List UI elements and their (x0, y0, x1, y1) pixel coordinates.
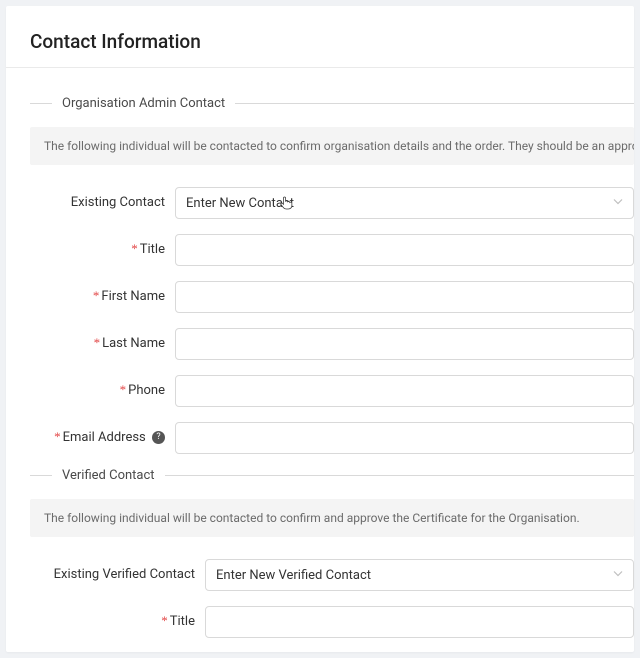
existing-contact-select[interactable]: Enter New Contact (175, 187, 634, 219)
existing-verified-contact-select[interactable]: Enter New Verified Contact (205, 559, 634, 591)
existing-contact-value: Enter New Contact (186, 196, 294, 211)
chevron-down-icon (613, 196, 623, 211)
label-title: *Title (30, 233, 175, 266)
section-legend-verified: Verified Contact (62, 468, 155, 483)
required-star: * (131, 241, 138, 256)
label-verified-title: *Title (30, 605, 205, 638)
last-name-input[interactable] (175, 328, 634, 360)
required-star: * (93, 288, 100, 303)
required-star: * (120, 382, 127, 397)
email-input[interactable] (175, 422, 634, 454)
required-star: * (94, 335, 101, 350)
label-last-name: *Last Name (30, 327, 175, 360)
chevron-down-icon (613, 568, 623, 583)
page-title: Contact Information (6, 30, 634, 67)
required-star: * (54, 429, 61, 444)
label-phone: *Phone (30, 374, 175, 407)
required-star: * (161, 613, 168, 628)
title-input[interactable] (175, 234, 634, 266)
section-legend-org-admin: Organisation Admin Contact (62, 96, 225, 111)
section-divider-org-admin: Organisation Admin Contact (30, 96, 634, 111)
verified-title-input[interactable] (205, 606, 634, 638)
label-email: *Email Address ? (30, 421, 175, 454)
label-existing-verified-contact: Existing Verified Contact (30, 559, 205, 591)
phone-input[interactable] (175, 375, 634, 407)
question-circle-icon[interactable]: ? (152, 431, 165, 444)
alert-verified: The following individual will be contact… (30, 499, 634, 537)
label-existing-contact: Existing Contact (30, 187, 175, 219)
label-first-name: *First Name (30, 280, 175, 313)
first-name-input[interactable] (175, 281, 634, 313)
existing-verified-contact-value: Enter New Verified Contact (216, 568, 371, 583)
alert-org-admin: The following individual will be contact… (30, 127, 634, 165)
section-divider-verified: Verified Contact (30, 468, 634, 483)
